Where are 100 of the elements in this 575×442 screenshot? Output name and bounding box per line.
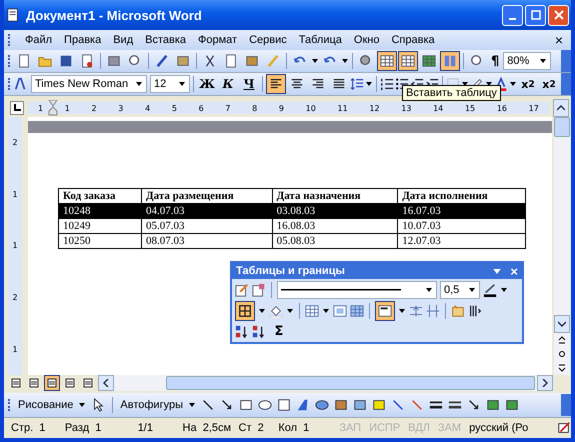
caret-icon[interactable] bbox=[79, 403, 86, 407]
cell-alignment-icon bbox=[378, 304, 392, 318]
caret-icon[interactable] bbox=[189, 403, 195, 407]
table-button[interactable] bbox=[398, 51, 418, 71]
menu-item[interactable]: Правка bbox=[64, 34, 102, 46]
caret-icon[interactable] bbox=[366, 82, 372, 86]
text-direction-icon[interactable] bbox=[468, 304, 482, 318]
caret-icon bbox=[469, 288, 475, 292]
close-button[interactable]: × bbox=[510, 264, 518, 278]
ellipse-icon[interactable] bbox=[258, 398, 272, 412]
arrow-icon[interactable] bbox=[220, 398, 234, 412]
tab-selector[interactable] bbox=[10, 101, 24, 115]
split-cells-icon[interactable] bbox=[350, 304, 364, 318]
maximize-button[interactable] bbox=[525, 4, 546, 26]
tab-stop-icon bbox=[13, 104, 21, 112]
menu-item[interactable]: Формат bbox=[198, 34, 238, 46]
pencil-table-button[interactable] bbox=[377, 51, 397, 71]
menu-item[interactable]: Окно bbox=[354, 34, 380, 46]
close-document-button[interactable]: × bbox=[554, 32, 563, 48]
distribute-columns-icon[interactable] bbox=[426, 304, 440, 318]
eraser-icon[interactable] bbox=[252, 282, 266, 296]
horizontal-scrollbar[interactable] bbox=[98, 375, 553, 391]
caret-icon[interactable] bbox=[399, 308, 405, 312]
scroll-thumb[interactable] bbox=[166, 376, 535, 390]
pen-icon[interactable] bbox=[391, 398, 405, 412]
next-page-icon[interactable] bbox=[558, 364, 566, 372]
font-dropdown[interactable]: Times New Roman bbox=[31, 75, 147, 93]
minimize-button[interactable] bbox=[502, 4, 523, 26]
ruler-number: 5 bbox=[172, 104, 177, 112]
autoshapes-menu[interactable]: Автофигуры bbox=[120, 399, 183, 411]
ruler-number: 11 bbox=[338, 104, 348, 112]
ruler-number: 6 bbox=[198, 104, 204, 112]
sort-descending-icon[interactable] bbox=[252, 324, 266, 338]
line-style-dropdown[interactable] bbox=[277, 280, 437, 298]
styles-icon[interactable] bbox=[14, 77, 28, 91]
scroll-thumb[interactable] bbox=[554, 117, 570, 137]
vertical-scrollbar[interactable] bbox=[554, 117, 570, 375]
indent-marker[interactable] bbox=[48, 100, 58, 116]
rectangle-icon[interactable] bbox=[239, 398, 253, 412]
ruler-number: 1 bbox=[38, 104, 44, 112]
font-style-button[interactable]: Ч bbox=[239, 74, 259, 94]
scroll-right-button[interactable] bbox=[537, 375, 553, 391]
browse-object-icon[interactable] bbox=[558, 350, 566, 358]
previous-page-icon[interactable] bbox=[558, 336, 566, 344]
distribute-rows-icon[interactable] bbox=[409, 304, 423, 318]
brush-icon bbox=[266, 54, 280, 68]
menu-item[interactable]: Вставка bbox=[145, 34, 186, 46]
line-icon[interactable] bbox=[201, 398, 215, 412]
ruler-number: 2 bbox=[12, 138, 18, 148]
menu-item[interactable]: Сервис bbox=[249, 34, 287, 46]
ruler-number: 9 bbox=[278, 104, 284, 112]
font-style-button[interactable]: Ж bbox=[197, 74, 217, 94]
menu-item[interactable]: Справка bbox=[391, 34, 435, 46]
merge-cells-icon[interactable] bbox=[333, 304, 347, 318]
columns-button[interactable] bbox=[440, 51, 460, 71]
caret-icon[interactable] bbox=[510, 82, 516, 86]
caret-icon[interactable] bbox=[312, 59, 318, 63]
text-box-icon[interactable] bbox=[277, 398, 291, 412]
line-weight-dropdown[interactable]: 0,5 bbox=[440, 280, 480, 298]
cell-alignment-button[interactable] bbox=[375, 300, 395, 320]
table-cell: 04.07.03 bbox=[142, 204, 272, 218]
column-header: Код заказа bbox=[58, 188, 142, 204]
text-lines-icon bbox=[290, 77, 304, 91]
ruler-number: 12 bbox=[369, 104, 380, 112]
caret-icon[interactable] bbox=[287, 308, 293, 312]
tooltip: Вставить таблицу bbox=[402, 85, 501, 101]
columns-icon bbox=[443, 54, 457, 68]
zoom-dropdown[interactable]: 80% bbox=[503, 52, 552, 70]
close-button[interactable] bbox=[548, 4, 569, 26]
menu-item[interactable]: Файл bbox=[25, 34, 52, 46]
sort-ascending-icon[interactable] bbox=[235, 324, 249, 338]
scroll-up-button[interactable] bbox=[553, 99, 569, 117]
font-color-icon[interactable] bbox=[410, 398, 424, 412]
table-cell: 10250 bbox=[58, 234, 142, 248]
caret-icon[interactable] bbox=[501, 288, 507, 292]
ruler-number: 7 bbox=[225, 104, 230, 112]
scroll-down-button[interactable] bbox=[554, 315, 570, 333]
pen-color-icon[interactable] bbox=[483, 282, 497, 296]
pointer-icon[interactable] bbox=[91, 398, 106, 412]
autosum-button[interactable]: Σ bbox=[269, 322, 289, 342]
font-size-dropdown[interactable]: 12 bbox=[150, 75, 190, 93]
arrows-icon[interactable] bbox=[467, 398, 481, 412]
caret-icon[interactable] bbox=[259, 308, 265, 312]
menu-item[interactable]: Вид bbox=[113, 34, 134, 46]
alignment-button[interactable] bbox=[266, 74, 286, 94]
borders-button[interactable] bbox=[235, 300, 255, 320]
table-cell: 08.07.03 bbox=[142, 234, 272, 248]
drawing-menu[interactable]: Рисование bbox=[18, 399, 74, 411]
pencil-icon[interactable] bbox=[235, 282, 249, 296]
pilcrow-button[interactable]: ¶ bbox=[488, 54, 502, 68]
ruler-number: 2 bbox=[12, 293, 18, 302]
caret-icon[interactable] bbox=[323, 308, 329, 312]
caret-icon[interactable] bbox=[342, 59, 348, 63]
line-spacing-icon[interactable] bbox=[350, 77, 364, 91]
minimize-icon bbox=[509, 18, 516, 20]
menu-item[interactable]: Таблица bbox=[298, 34, 342, 46]
font-style-button[interactable]: К bbox=[218, 74, 238, 94]
insert-table-icon[interactable] bbox=[305, 304, 319, 318]
scroll-left-button[interactable] bbox=[98, 375, 114, 391]
numbered-list-icon[interactable] bbox=[380, 77, 394, 91]
